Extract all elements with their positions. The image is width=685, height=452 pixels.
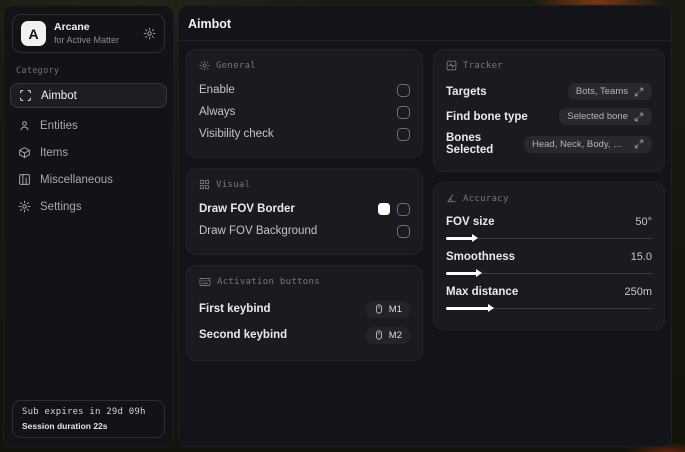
- accuracy-card: Accuracy FOV size 50° Smoothness 15.0 Ma…: [433, 182, 665, 330]
- main-header: Aimbot: [179, 6, 671, 41]
- setting-row: Draw FOV Border: [199, 198, 410, 220]
- draw-fov-background-checkbox[interactable]: [397, 224, 410, 238]
- setting-label: Draw FOV Border: [199, 203, 295, 215]
- angle-icon: [446, 193, 457, 204]
- slider-label: Max distance: [446, 286, 519, 298]
- slider-value: 50°: [635, 216, 652, 228]
- app-logo-card: A Arcane for Active Matter: [12, 14, 165, 53]
- targets-dropdown[interactable]: Bots, Teams: [567, 83, 652, 100]
- expand-icon: [634, 112, 644, 122]
- setting-row: Draw FOV Background: [199, 220, 410, 242]
- page-title: Aimbot: [188, 17, 232, 31]
- fov-border-color-swatch[interactable]: [378, 203, 390, 215]
- setting-label: Bones Selected: [446, 132, 494, 156]
- enable-checkbox[interactable]: [397, 83, 410, 97]
- setting-row: First keybind M1: [199, 296, 410, 322]
- always-checkbox[interactable]: [397, 105, 410, 119]
- sidebar-item-label: Items: [40, 146, 69, 159]
- sidebar-item-label: Entities: [40, 119, 78, 132]
- section-header: General: [216, 60, 257, 71]
- dropdown-value: Bots, Teams: [575, 86, 628, 97]
- app-name: Arcane: [54, 21, 90, 34]
- section-header: Tracker: [463, 60, 504, 71]
- session-duration-text: Session duration 22s: [22, 421, 108, 431]
- fov-size-slider[interactable]: [446, 234, 652, 243]
- keybind-value: M2: [388, 329, 402, 341]
- sidebar-item-settings[interactable]: Settings: [10, 193, 167, 220]
- smoothness-slider[interactable]: [446, 269, 652, 278]
- expand-icon: [634, 139, 644, 149]
- sidebar-item-label: Miscellaneous: [40, 173, 113, 186]
- layout-icon: [18, 173, 31, 186]
- tracker-card: Tracker Targets Bots, Teams Find bone ty…: [433, 49, 665, 172]
- scan-icon: [19, 89, 32, 102]
- activation-card: Activation buttons First keybind M1 Seco…: [186, 265, 423, 361]
- main-panel: Aimbot General Enable Always Visibility …: [178, 5, 672, 447]
- fov-size-slider-row: FOV size 50°: [446, 212, 652, 243]
- setting-label: Draw FOV Background: [199, 225, 318, 237]
- setting-row: Enable: [199, 79, 410, 101]
- slider-value: 15.0: [630, 251, 652, 263]
- setting-row: Find bone type Selected bone: [446, 104, 652, 129]
- max-distance-slider-row: Max distance 250m: [446, 282, 652, 313]
- setting-label: Always: [199, 106, 236, 118]
- sidebar-item-label: Settings: [40, 200, 82, 213]
- draw-fov-border-checkbox[interactable]: [397, 202, 410, 216]
- app-logo: A: [21, 21, 46, 46]
- setting-row: Bones Selected Head, Neck, Body, Pe..: [446, 129, 652, 159]
- subscription-info-card: Sub expires in 29d 09h Session duration …: [12, 400, 165, 438]
- setting-row: Second keybind M2: [199, 322, 410, 348]
- visibility-check-checkbox[interactable]: [397, 127, 410, 141]
- category-label: Category: [16, 66, 60, 76]
- visual-card: Visual Draw FOV Border Draw FOV Backgrou…: [186, 168, 423, 255]
- keybind-value: M1: [388, 303, 402, 315]
- sidebar-item-aimbot[interactable]: Aimbot: [10, 83, 167, 108]
- max-distance-slider[interactable]: [446, 304, 652, 313]
- mouse-icon: [374, 330, 384, 340]
- slider-value: 250m: [624, 286, 652, 298]
- setting-label: Enable: [199, 84, 235, 96]
- expand-icon: [634, 87, 644, 97]
- grid-icon: [199, 179, 210, 190]
- setting-row: Targets Bots, Teams: [446, 79, 652, 104]
- gear-icon: [18, 200, 31, 213]
- setting-label: Visibility check: [199, 128, 274, 140]
- mouse-icon: [374, 304, 384, 314]
- find-bone-type-dropdown[interactable]: Selected bone: [559, 108, 652, 125]
- setting-row: Visibility check: [199, 123, 410, 145]
- section-header: Visual: [216, 179, 251, 190]
- person-icon: [18, 119, 31, 132]
- first-keybind-button[interactable]: M1: [365, 300, 410, 318]
- sidebar-item-miscellaneous[interactable]: Miscellaneous: [10, 166, 167, 193]
- dropdown-value: Selected bone: [567, 111, 628, 122]
- setting-label: Second keybind: [199, 329, 288, 341]
- sidebar-item-entities[interactable]: Entities: [10, 112, 167, 139]
- setting-label: First keybind: [199, 303, 271, 315]
- general-card: General Enable Always Visibility check: [186, 49, 423, 158]
- activity-icon: [446, 60, 457, 71]
- sidebar-item-label: Aimbot: [41, 89, 77, 102]
- setting-label: Targets: [446, 85, 487, 98]
- cube-icon: [18, 146, 31, 159]
- section-header: Accuracy: [463, 193, 509, 204]
- setting-row: Always: [199, 101, 410, 123]
- slider-label: FOV size: [446, 216, 495, 228]
- bones-selected-dropdown[interactable]: Head, Neck, Body, Pe..: [524, 135, 652, 153]
- slider-label: Smoothness: [446, 251, 516, 263]
- sun-icon: [199, 60, 210, 71]
- section-header: Activation buttons: [217, 277, 320, 287]
- keyboard-icon: [199, 276, 211, 288]
- setting-label: Find bone type: [446, 110, 528, 123]
- smoothness-slider-row: Smoothness 15.0: [446, 247, 652, 278]
- second-keybind-button[interactable]: M2: [365, 326, 410, 344]
- app-subtitle: for Active Matter: [54, 35, 120, 46]
- sidebar-item-items[interactable]: Items: [10, 139, 167, 166]
- gear-icon[interactable]: [143, 27, 156, 40]
- sidebar: A Arcane for Active Matter Category Aimb…: [3, 5, 174, 447]
- sub-expires-text: Sub expires in 29d 09h: [22, 407, 146, 417]
- dropdown-value: Head, Neck, Body, Pe..: [532, 138, 628, 150]
